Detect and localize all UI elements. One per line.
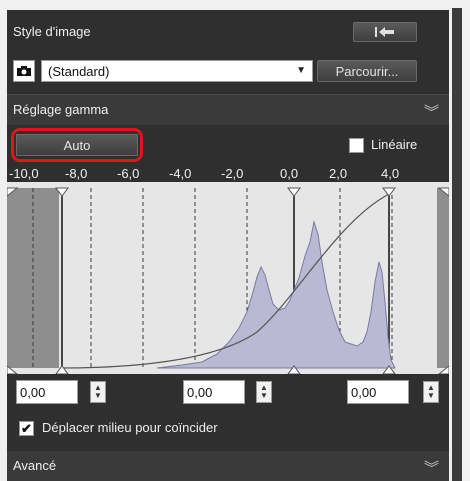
tick-label: 0,0: [280, 166, 299, 181]
undo-arrow-icon: [375, 27, 394, 37]
gamma-histogram[interactable]: [7, 182, 449, 374]
gamma-right-stepper[interactable]: ▲ ▼: [423, 381, 439, 403]
tick-label: -6,0: [117, 166, 140, 181]
app-frame: Style d'image (Standard) ▼ Parcourir... …: [0, 0, 470, 481]
adjustment-panel: Style d'image (Standard) ▼ Parcourir... …: [7, 10, 449, 481]
gamma-middle-stepper[interactable]: ▲ ▼: [256, 381, 272, 403]
move-middle-checkbox[interactable]: ✔: [19, 421, 34, 436]
linear-label: Linéaire: [371, 137, 418, 152]
collapse-chevron-icon[interactable]: ︾: [424, 101, 439, 122]
gamma-left-stepper[interactable]: ▲ ▼: [90, 381, 106, 403]
gamma-section-header[interactable]: Réglage gamma ︾: [7, 95, 449, 125]
gamma-section-title: Réglage gamma: [13, 102, 109, 117]
gamma-middle-input[interactable]: 0,00: [183, 380, 245, 404]
tick-label: -4,0: [169, 166, 192, 181]
tick-label: 4,0: [381, 166, 400, 181]
gamma-right-input[interactable]: 0,00: [347, 380, 409, 404]
linear-checkbox[interactable]: [349, 138, 364, 153]
auto-button-highlight: [11, 128, 143, 162]
picture-style-value: (Standard): [48, 63, 110, 79]
dropdown-arrow-icon: ▼: [296, 65, 306, 76]
advanced-section-title: Avancé: [13, 458, 57, 473]
browse-button[interactable]: Parcourir...: [317, 60, 417, 82]
advanced-section-header[interactable]: Avancé ︾: [7, 451, 449, 481]
highlight-clip-region: [437, 188, 449, 368]
collapse-chevron-icon[interactable]: ︾: [424, 457, 439, 478]
move-middle-label: Déplacer milieu pour coïncider: [42, 420, 218, 435]
tick-label: -2,0: [221, 166, 244, 181]
gamma-left-input[interactable]: 0,00: [16, 380, 78, 404]
tick-label: 2,0: [329, 166, 348, 181]
picture-style-title: Style d'image: [13, 24, 91, 39]
tick-label: -8,0: [65, 166, 88, 181]
picture-style-dropdown[interactable]: (Standard) ▼: [41, 60, 313, 82]
panel-scrollbar[interactable]: [452, 8, 462, 481]
camera-icon: [13, 60, 35, 82]
shadow-clip-region: [7, 188, 59, 368]
reset-button[interactable]: [353, 22, 417, 42]
tick-label: -10,0: [9, 166, 39, 181]
